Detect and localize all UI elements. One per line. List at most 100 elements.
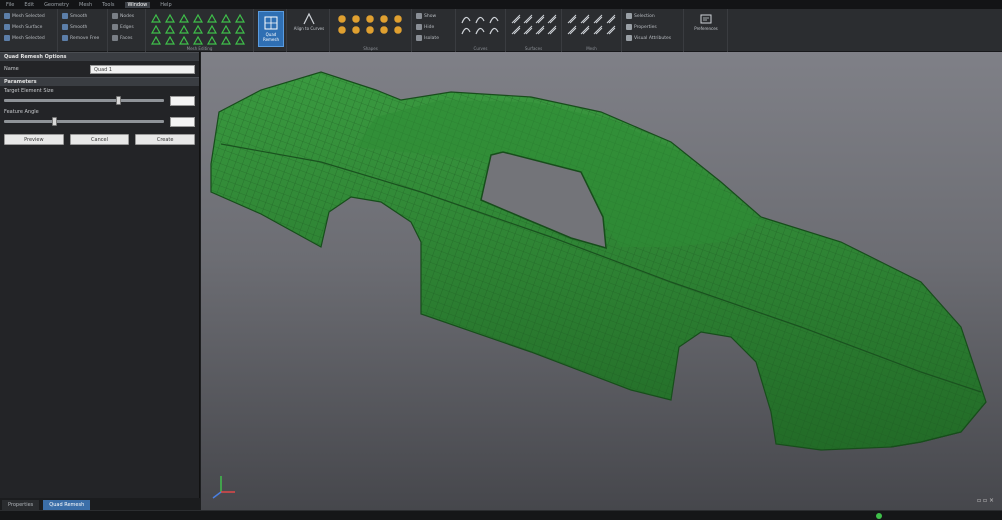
surf-tool-button[interactable]: [566, 24, 578, 36]
shape-tool-button[interactable]: [364, 24, 376, 36]
smooth-2-button[interactable]: Smooth: [62, 24, 87, 30]
ribbon-group-mesh-editing: Mesh Editing: [146, 9, 254, 52]
shape-tool-button[interactable]: [392, 24, 404, 36]
smooth-button[interactable]: Smooth: [62, 13, 87, 19]
selection-icon: [626, 13, 632, 19]
mesh-tool-button[interactable]: [234, 34, 246, 46]
quad-remesh-icon: [264, 16, 278, 30]
ribbon-group-curves: Curves: [456, 9, 506, 52]
shape-tool-button[interactable]: [378, 24, 390, 36]
smooth-icon: [62, 13, 68, 19]
cancel-button[interactable]: Cancel: [69, 134, 130, 145]
shape-icon: [337, 25, 347, 35]
3d-viewport[interactable]: ▫ ▫ ×: [201, 52, 1002, 510]
menu-help[interactable]: Help: [160, 2, 171, 8]
menu-edit[interactable]: Edit: [24, 2, 34, 8]
slider2-row: [0, 115, 199, 128]
menu-mesh[interactable]: Mesh: [79, 2, 92, 8]
surf-icon: [567, 25, 577, 35]
curve-tool-button[interactable]: [488, 24, 500, 36]
mesh-tool-button[interactable]: [178, 34, 190, 46]
feature-angle-input[interactable]: [170, 116, 195, 127]
mesh-tool-button[interactable]: [220, 34, 232, 46]
mesh-tool-button[interactable]: [206, 34, 218, 46]
ribbon-group-shapes: Shapes: [330, 9, 412, 52]
ribbon-group-surfaces: Surfaces: [506, 9, 562, 52]
mesh-icon: [220, 35, 232, 45]
mesh-icon: [4, 24, 10, 30]
properties-button[interactable]: Properties: [626, 24, 657, 30]
shape-tool-button[interactable]: [350, 24, 362, 36]
surf-tool-button[interactable]: [510, 24, 522, 36]
align-icon: [303, 12, 315, 25]
edges-button[interactable]: Edges: [112, 24, 134, 30]
shape-tool-button[interactable]: [336, 24, 348, 36]
faces-button[interactable]: Faces: [112, 35, 133, 41]
panel-tabs: Properties Quad Remesh: [0, 498, 200, 510]
element-size-input[interactable]: [170, 95, 195, 106]
remove-free-button[interactable]: Remove Free: [62, 35, 99, 41]
surf-tool-button[interactable]: [522, 24, 534, 36]
selection-icon: [626, 35, 632, 41]
menu-file[interactable]: File: [6, 2, 14, 8]
align-to-curves-button[interactable]: Align to Curves: [293, 12, 325, 31]
group-label: Mesh Editing: [186, 46, 213, 51]
feature-angle-slider[interactable]: [4, 117, 164, 126]
car-body-mesh[interactable]: [201, 52, 1002, 510]
hide-button[interactable]: Hide: [416, 24, 434, 30]
mesh-tool-button[interactable]: [164, 34, 176, 46]
viewport-controls[interactable]: ▫ ▫ ×: [977, 497, 994, 504]
status-indicator: [876, 513, 882, 519]
element-size-slider[interactable]: [4, 96, 164, 105]
menu-tools[interactable]: Tools: [102, 2, 114, 8]
status-bar: [0, 510, 1002, 520]
nodes-button[interactable]: Nodes: [112, 13, 134, 19]
app-window: File Edit Geometry Mesh Tools Window Hel…: [0, 0, 1002, 520]
surf-tool-button[interactable]: [534, 24, 546, 36]
smooth-icon: [62, 24, 68, 30]
mesh-selected-2-button[interactable]: Mesh Selected: [4, 35, 45, 41]
quad-remesh-button[interactable]: Quad Remesh: [258, 11, 284, 47]
mesh-surface-button[interactable]: Mesh Surface: [4, 24, 42, 30]
slider-handle[interactable]: [116, 96, 121, 105]
name-field[interactable]: Quad 1: [90, 64, 195, 74]
surf-icon: [547, 25, 557, 35]
ribbon-toolbar: Mesh Selected Mesh Surface Mesh Selected…: [0, 9, 1002, 52]
slider-handle[interactable]: [52, 117, 57, 126]
tab-quad-remesh[interactable]: Quad Remesh: [43, 500, 91, 510]
name-label: Name: [4, 66, 19, 72]
surf-tool-button[interactable]: [592, 24, 604, 36]
surf-tool-button[interactable]: [605, 24, 617, 36]
shape-icon: [393, 25, 403, 35]
menu-geometry[interactable]: Geometry: [44, 2, 69, 8]
ribbon-group-preferences: Preferences: [684, 9, 728, 52]
tab-properties[interactable]: Properties: [2, 500, 40, 510]
preferences-button[interactable]: Preferences: [688, 12, 724, 31]
slider2-label: Feature Angle: [4, 109, 39, 115]
selection-icon: [626, 24, 632, 30]
mesh-tool-button[interactable]: [192, 34, 204, 46]
slider1-label: Target Element Size: [4, 88, 54, 94]
preview-button[interactable]: Preview: [4, 134, 64, 145]
ribbon-group-mesh: Mesh Selected Mesh Surface Mesh Selected: [0, 9, 58, 52]
curve-tool-button[interactable]: [474, 24, 486, 36]
curve-tool-button[interactable]: [460, 24, 472, 36]
mesh-selected-button[interactable]: Mesh Selected: [4, 13, 45, 19]
selection-button[interactable]: Selection: [626, 13, 655, 19]
menu-window[interactable]: Window: [124, 1, 151, 8]
create-button[interactable]: Create: [135, 134, 196, 145]
mesh-tool-button[interactable]: [150, 34, 162, 46]
show-button[interactable]: Show: [416, 13, 436, 19]
axis-triad-icon: [212, 476, 235, 499]
ribbon-group-properties: Selection Properties Visual Attributes: [622, 9, 684, 52]
mesh-icon: [164, 35, 176, 45]
group-label: Shapes: [363, 46, 378, 51]
surf-icon: [535, 25, 545, 35]
visual-attributes-button[interactable]: Visual Attributes: [626, 35, 671, 41]
mesh-icon: [150, 35, 162, 45]
group-label: Mesh: [586, 46, 597, 51]
isolate-button[interactable]: Isolate: [416, 35, 439, 41]
node-icon: [112, 13, 118, 19]
surf-tool-button[interactable]: [546, 24, 558, 36]
surf-tool-button[interactable]: [579, 24, 591, 36]
